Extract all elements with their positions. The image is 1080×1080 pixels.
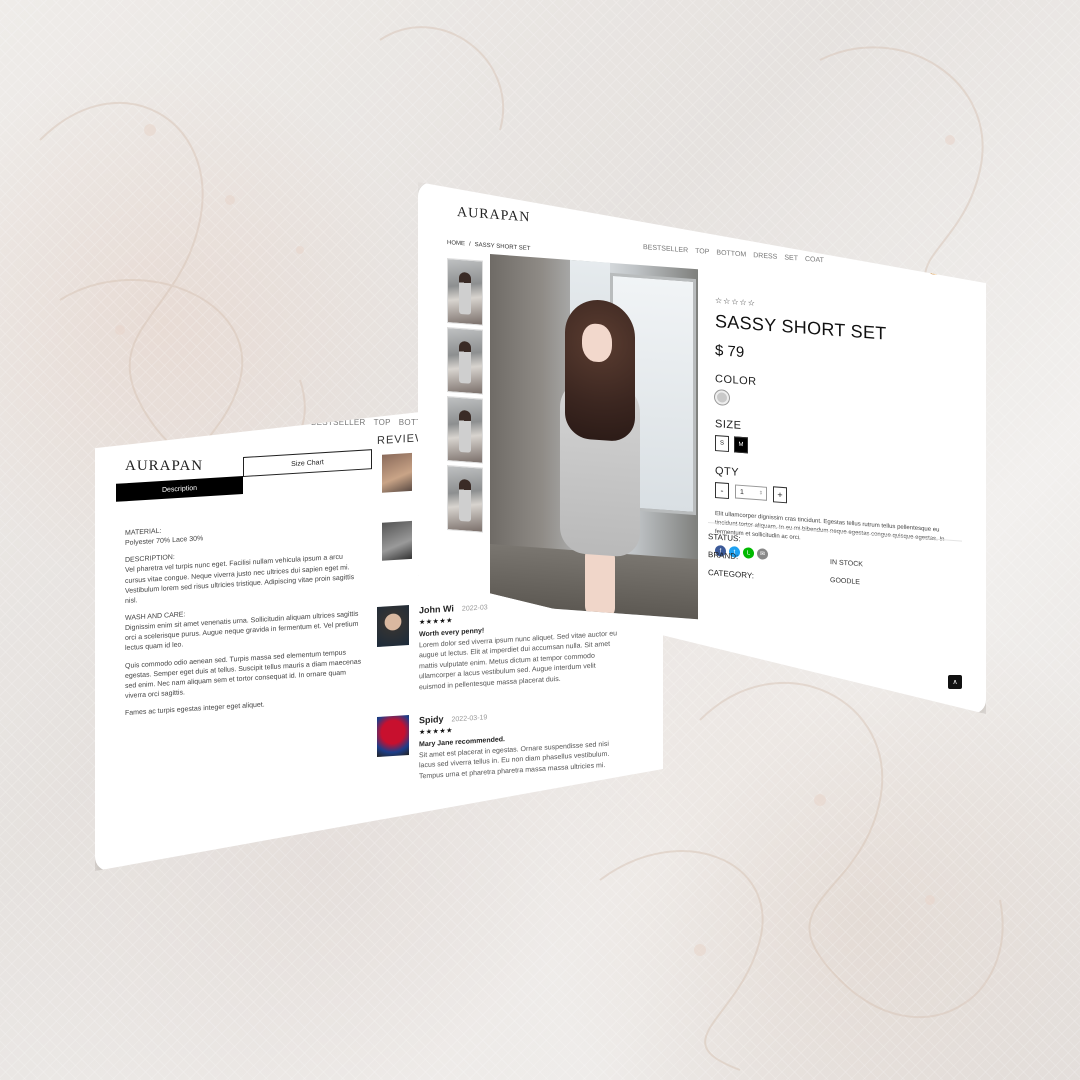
breadcrumb-separator: / (469, 241, 471, 248)
brand-logo[interactable]: AURAPAN (457, 205, 530, 226)
breadcrumb: HOME / SASSY SHORT SET (447, 240, 530, 252)
spinner-icon[interactable]: ⇕ (759, 490, 763, 496)
color-swatch-grey[interactable] (715, 390, 729, 406)
cart-icon[interactable]: 🧺 (928, 264, 940, 276)
meta-key: CATEGORY: (708, 568, 754, 581)
meta-key: STATUS: (708, 532, 741, 544)
meta-value: GOODLE (830, 576, 860, 587)
thumbnail-gallery (447, 258, 483, 537)
nav-bottom[interactable]: BOTTOM (716, 249, 746, 258)
header-icons: 🧺 ◎ (928, 264, 955, 277)
paragraph-3: Quis commodo odio aenean sed. Turpis mas… (125, 649, 362, 700)
nav-set[interactable]: SET (784, 254, 798, 262)
nav-dress[interactable]: DRESS (753, 252, 777, 261)
product-main-image[interactable] (490, 254, 698, 620)
tab-description[interactable]: Description (116, 476, 243, 502)
product-thumbnail[interactable] (447, 327, 483, 395)
product-thumbnail[interactable] (447, 258, 483, 326)
tab-size-chart[interactable]: Size Chart (243, 449, 372, 478)
review-photo[interactable] (382, 520, 412, 561)
nav-top[interactable]: TOP (695, 248, 709, 256)
breadcrumb-current: SASSY SHORT SET (474, 242, 531, 253)
review-date: 2022-03 (461, 604, 488, 613)
meta-key: BRAND: (708, 550, 739, 562)
nav-bestseller[interactable]: BESTSELLER (311, 418, 366, 427)
size-option-s[interactable]: S (715, 435, 729, 453)
breadcrumb-home[interactable]: HOME (447, 240, 465, 247)
meta-value: IN STOCK (830, 558, 863, 569)
reviewer-name: John Wi (419, 603, 454, 616)
nav-bestseller[interactable]: BESTSELLER (643, 244, 688, 254)
reviewer-avatar (377, 715, 409, 757)
qty-input[interactable]: 1 ⇕ (735, 484, 767, 501)
qty-value: 1 (740, 488, 744, 496)
product-thumbnail[interactable] (447, 465, 483, 533)
user-icon[interactable]: ◎ (946, 265, 955, 277)
color-label: COLOR (715, 373, 757, 389)
review-photo[interactable] (382, 452, 412, 493)
qty-decrement-button[interactable]: - (715, 482, 729, 500)
product-description: MATERIAL: Polyester 70% Lace 30% DESCRIP… (125, 514, 365, 719)
reviewer-avatar (377, 605, 409, 647)
main-nav: BESTSELLER TOP BOTTOM DRESS SET COAT (643, 244, 824, 264)
reviewer-name: Spidy (419, 713, 444, 726)
back-to-top-button[interactable]: ∧ (948, 675, 962, 689)
product-thumbnail[interactable] (447, 396, 483, 464)
size-option-m[interactable]: M (734, 436, 748, 454)
qty-increment-button[interactable]: + (773, 486, 787, 504)
nav-top[interactable]: TOP (374, 418, 391, 427)
review-item: Spidy 2022-03-19 ★★★★★ Mary Jane recommen… (377, 702, 627, 780)
nav-coat[interactable]: COAT (805, 256, 824, 264)
review-date: 2022-03-19 (451, 714, 488, 724)
